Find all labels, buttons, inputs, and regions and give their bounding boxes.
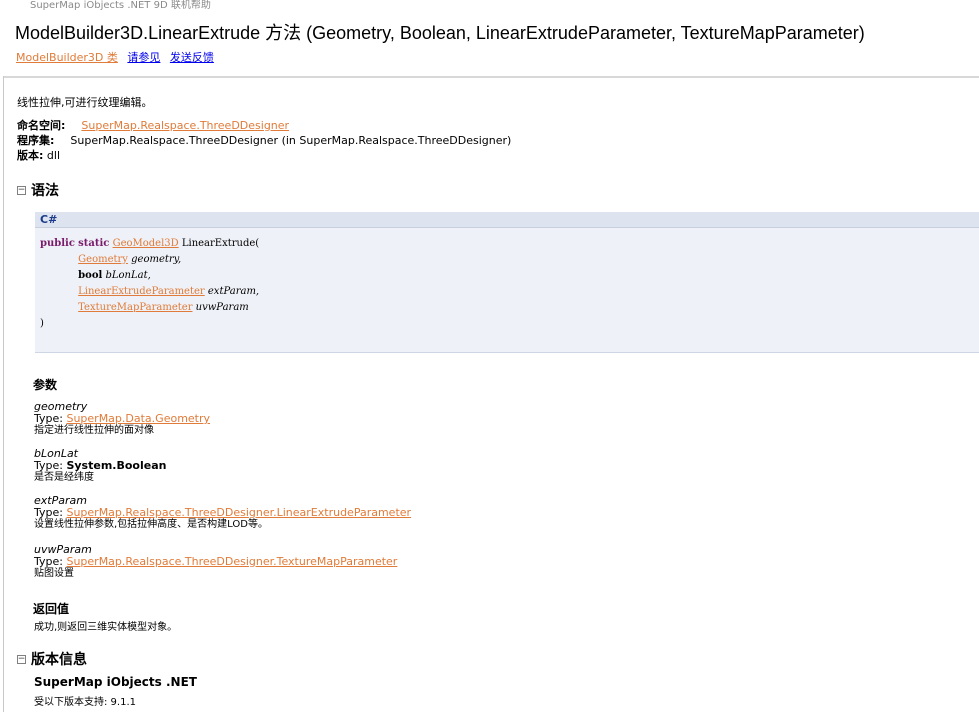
product-name: SuperMap iObjects .NET 9D 联机帮助 [30,0,211,11]
assembly-value: SuperMap.Realspace.ThreeDDesigner (in Su… [70,134,512,147]
code-param-name: geometry, [131,254,182,265]
method-summary: 线性拉伸,可进行纹理编辑。 [17,96,153,109]
section-version-info: − 版本信息 [17,649,87,669]
return-value-heading: 返回值 [33,602,70,616]
code-type-link[interactable]: TextureMapParameter [78,302,192,313]
param-desc: 贴图设置 [34,568,74,579]
param-item: geometry Type: SuperMap.Data.Geometry 指定… [34,401,210,437]
left-border [3,76,4,712]
link-class[interactable]: ModelBuilder3D 类 [16,51,118,64]
section-title: 版本信息 [31,652,87,668]
code-type-link[interactable]: LinearExtrudeParameter [78,286,205,297]
section-syntax: − 语法 [17,180,59,200]
code-type: bool [78,270,103,281]
version-label: 版本: [17,149,44,162]
namespace-label: 命名空间: [17,119,66,132]
param-type-prefix: Type: [34,555,67,568]
assembly-label: 程序集: [17,134,55,147]
param-type-link[interactable]: SuperMap.Data.Geometry [66,412,210,425]
code-keyword: static [78,238,110,249]
parameters-heading: 参数 [33,378,58,392]
param-desc: 指定进行线性拉伸的面对像 [34,425,154,436]
version-supported: 受以下版本支持: 9.1.1 [34,697,136,708]
code-param-name: extParam, [207,286,260,297]
code-keyword: public [40,238,75,249]
param-type-prefix: Type: [34,412,67,425]
section-title: 语法 [31,183,59,199]
param-type-link[interactable]: SuperMap.Realspace.ThreeDDesigner.Linear… [66,506,411,519]
collapse-icon[interactable]: − [17,185,26,195]
param-type-link[interactable]: SuperMap.Realspace.ThreeDDesigner.Textur… [66,555,397,568]
code-block: C# public static GeoModel3D LinearExtrud… [35,212,979,353]
link-feedback[interactable]: 发送反馈 [170,51,214,64]
param-item: uvwParam Type: SuperMap.Realspace.ThreeD… [34,544,397,580]
page-header: SuperMap iObjects .NET 9D 联机帮助 ModelBuil… [0,0,979,80]
version-product: SuperMap iObjects .NET [34,675,197,689]
header-links: ModelBuilder3D 类 请参见 发送反馈 [16,49,220,65]
code-close: ) [40,318,44,329]
namespace-link[interactable]: SuperMap.Realspace.ThreeDDesigner [81,119,289,132]
param-desc: 是否是经纬度 [34,472,94,483]
code-language-tab[interactable]: C# [35,212,979,228]
param-type: System.Boolean [66,459,167,472]
param-type-prefix: Type: [34,506,67,519]
param-type-prefix: Type: [34,459,67,472]
code-type-link[interactable]: Geometry [78,254,128,265]
code-param-name: bLonLat, [105,270,151,281]
param-desc: 设置线性拉伸参数,包括拉伸高度、是否构建LOD等。 [34,519,268,530]
version-value: dll [46,149,61,162]
return-value-text: 成功,则返回三维实体模型对象。 [34,622,178,633]
header-divider [3,76,979,78]
param-item: bLonLat Type: System.Boolean 是否是经纬度 [34,448,166,484]
link-see-also[interactable]: 请参见 [127,51,160,64]
meta-block: 命名空间: SuperMap.Realspace.ThreeDDesigner 程… [17,118,511,163]
code-listing: public static GeoModel3D LinearExtrude( … [35,228,979,332]
page-title: ModelBuilder3D.LinearExtrude 方法 (Geometr… [15,23,865,43]
param-item: extParam Type: SuperMap.Realspace.ThreeD… [34,495,411,531]
code-type-link[interactable]: GeoModel3D [113,238,179,249]
collapse-icon[interactable]: − [17,654,26,664]
code-param-name: uvwParam [195,302,249,313]
code-method: LinearExtrude( [181,238,260,249]
